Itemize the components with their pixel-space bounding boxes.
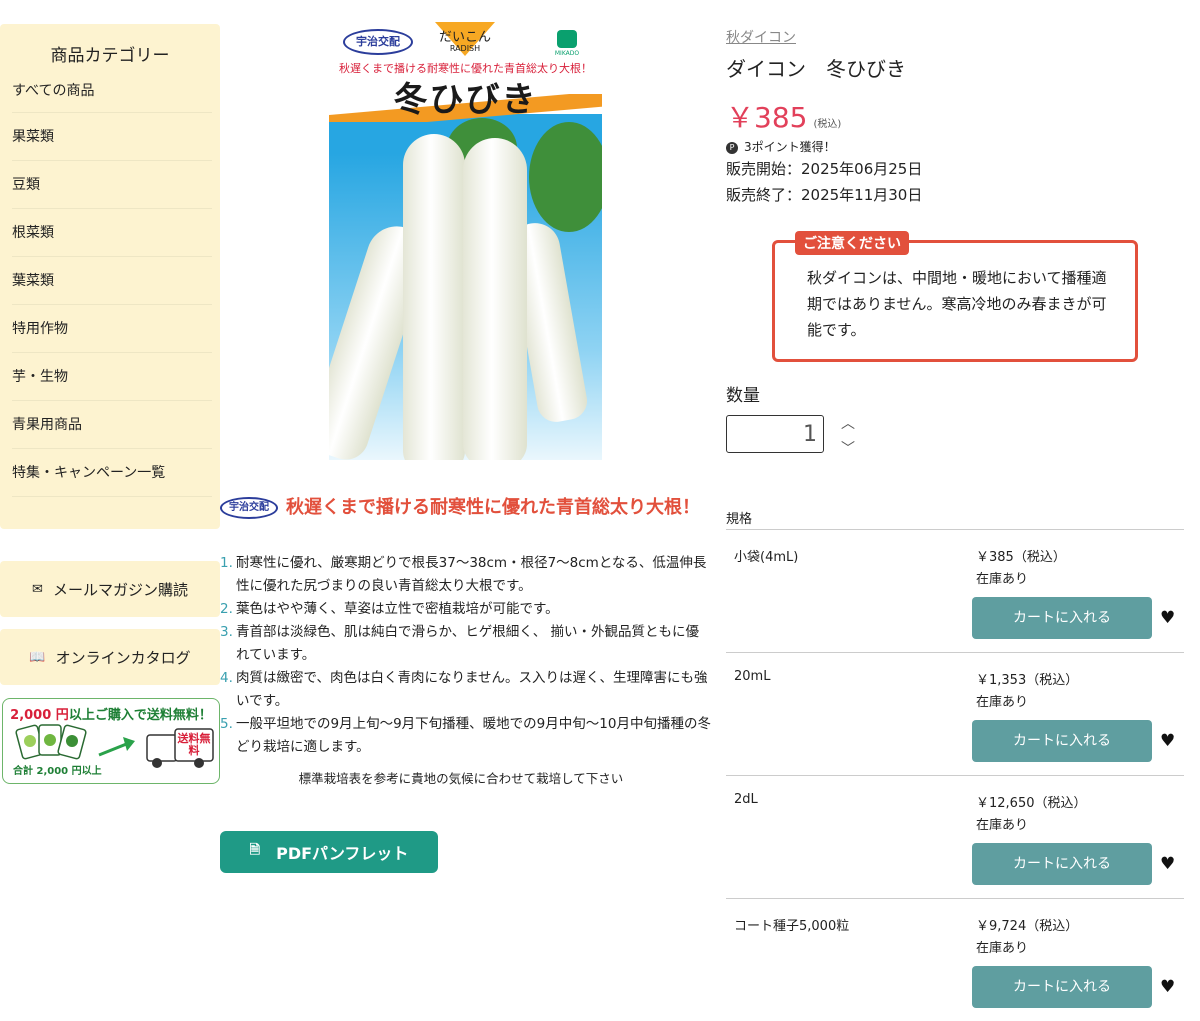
cultivation-note: 標準栽培表を参考に貴地の気候に合わせて栽培して下さい (298, 771, 624, 786)
variant-price: ￥9,724（税込） (976, 919, 1079, 934)
package-category: だいこん (438, 30, 491, 45)
category-item-beans[interactable]: 豆類 (12, 162, 212, 209)
variant-stock: 在庫あり (976, 818, 1029, 833)
pdf-pamphlet-button[interactable]: 🗎 PDFパンフレット (220, 831, 438, 873)
caution-box: ご注意ください 秋ダイコンは、中間地・暖地において播種適期ではありません。寒高冷… (772, 231, 1138, 362)
radish-root (463, 138, 527, 460)
quantity-input[interactable] (726, 415, 824, 453)
category-item-root-vegetables[interactable]: 根菜類 (12, 210, 212, 257)
description-catch: 宇治交配 秋遅くまで播ける耐寒性に優れた青首総太り大根！ (220, 493, 700, 523)
variant-stock: 在庫あり (976, 572, 1029, 587)
sale-end-date: 販売終了：2025年11月30日 (726, 186, 923, 204)
category-item-special-crops[interactable]: 特用作物 (12, 306, 212, 353)
product-title: ダイコン 冬ひびき (726, 57, 906, 81)
points-info: P 3ポイント獲得！ (726, 138, 836, 155)
price-value: ￥385 (726, 101, 808, 134)
point-icon: P (726, 141, 738, 154)
online-catalog-button[interactable]: 📖 オンラインカタログ (0, 629, 220, 685)
maker-name: MIKADO (554, 50, 580, 57)
variant-table: 小袋(4mL) ￥385（税込） 在庫あり カートに入れる ♥ 20mL ￥1,… (726, 529, 1184, 1021)
feature-list: 1. 耐寒性に優れ、厳寒期どりで根長37〜38cm・根径7〜8cmとなる、低温伸長… (220, 552, 712, 759)
add-to-cart-button[interactable]: カートに入れる (972, 597, 1152, 639)
price-tax-label: (税込) (813, 119, 842, 130)
product-price: ￥385 (税込) (726, 96, 841, 136)
category-list: すべての商品 果菜類 豆類 根菜類 葉菜類 特用作物 芋・生物 青果用商品 特集… (12, 70, 212, 497)
package-brand-logo: 宇治交配 (343, 29, 413, 55)
book-icon: 📖 (29, 649, 46, 665)
radish-root (403, 134, 465, 460)
feature-item: 2. 葉色はやや薄く、草姿は立性で密植栽培が可能です。 (220, 601, 559, 617)
variant-row: 20mL ￥1,353（税込） 在庫あり カートに入れる ♥ (726, 653, 1184, 776)
variant-name: 2dL (734, 792, 758, 807)
envelope-icon: ✉ (32, 581, 43, 597)
quantity-label: 数量 (726, 386, 760, 406)
variant-row: コート種子5,000粒 ￥9,724（税込） 在庫あり カートに入れる ♥ (726, 899, 1184, 1021)
feature-item: 4. 肉質は緻密で、肉色は白く青肉になりません。ス入りは遅く、生理障害にも強いです… (220, 670, 708, 709)
variant-name: コート種子5,000粒 (734, 919, 850, 934)
points-text: 3ポイント獲得！ (744, 140, 836, 154)
heart-icon[interactable]: ♥ (1160, 854, 1175, 874)
description-catch-text: 秋遅くまで播ける耐寒性に優れた青首総太り大根！ (286, 497, 700, 518)
variant-price: ￥1,353（税込） (976, 673, 1079, 688)
heart-icon[interactable]: ♥ (1160, 731, 1175, 751)
sidebar-title: 商品カテゴリー (50, 46, 170, 66)
category-item-tubers[interactable]: 芋・生物 (12, 354, 212, 401)
shipping-subtext: 合計 2,000 円以上 (13, 766, 102, 777)
product-image[interactable]: 宇治交配 だいこん RADISH MIKADO 秋遅くまで播ける耐寒性に優れた青… (329, 22, 602, 460)
sale-start-date: 販売開始：2025年06月25日 (726, 160, 923, 178)
category-item-all[interactable]: すべての商品 (12, 70, 212, 113)
mail-magazine-button[interactable]: ✉ メールマガジン購読 (0, 561, 220, 617)
free-shipping-banner[interactable]: 2,000 円以上ご購入で送料無料！ 送料無料 合計 2,000 円以上 (2, 698, 220, 784)
variant-name: 小袋(4mL) (734, 550, 799, 565)
mail-magazine-label: メールマガジン購読 (52, 580, 188, 599)
category-sidebar: 商品カテゴリー すべての商品 果菜類 豆類 根菜類 葉菜類 特用作物 芋・生物 … (0, 24, 220, 529)
feature-item: 1. 耐寒性に優れ、厳寒期どりで根長37〜38cm・根径7〜8cmとなる、低温伸長… (220, 555, 707, 594)
add-to-cart-button[interactable]: カートに入れる (972, 720, 1152, 762)
online-catalog-label: オンラインカタログ (55, 648, 191, 667)
heart-icon[interactable]: ♥ (1160, 977, 1175, 997)
variant-row: 2dL ￥12,650（税込） 在庫あり カートに入れる ♥ (726, 776, 1184, 899)
pdf-file-icon: 🗎 (249, 843, 261, 858)
chevron-up-icon[interactable]: ︿ (840, 416, 856, 432)
variant-name: 20mL (734, 669, 771, 684)
variant-price: ￥12,650（税込） (976, 796, 1087, 811)
variant-price: ￥385（税込） (976, 550, 1066, 565)
heart-icon[interactable]: ♥ (1160, 608, 1175, 628)
add-to-cart-button[interactable]: カートに入れる (972, 843, 1152, 885)
category-item-leaf-vegetables[interactable]: 葉菜類 (12, 258, 212, 305)
caution-title: ご注意ください (795, 231, 909, 255)
description-brand-logo: 宇治交配 (220, 497, 278, 519)
category-item-campaigns[interactable]: 特集・キャンペーン一覧 (12, 450, 212, 497)
truck-free-label: 送料無料 (177, 732, 211, 757)
variant-stock: 在庫あり (976, 941, 1029, 956)
package-name: 冬ひびき (393, 80, 538, 120)
chevron-down-icon[interactable]: ﹀ (840, 441, 856, 457)
category-item-fruit-vegetables[interactable]: 果菜類 (12, 114, 212, 161)
feature-item: 3. 青首部は淡緑色、肌は純白で滑らか、ヒゲ根細く、 揃い・外観品質ともに優れてい… (220, 624, 700, 663)
feature-item: 5. 一般平坦地での9月上旬〜9月下旬播種、暖地での9月中旬〜10月中旬播種の冬ど… (220, 716, 711, 755)
breadcrumb-category-link[interactable]: 秋ダイコン (726, 27, 796, 47)
variant-row: 小袋(4mL) ￥385（税込） 在庫あり カートに入れる ♥ (726, 530, 1184, 653)
category-item-produce[interactable]: 青果用商品 (12, 402, 212, 449)
variant-stock: 在庫あり (976, 695, 1029, 710)
caution-body: 秋ダイコンは、中間地・暖地において播種適期ではありません。寒高冷地のみ春まきが可… (807, 269, 1107, 339)
spec-label: 規格 (726, 512, 753, 527)
package-category-en: RADISH (449, 44, 481, 53)
add-to-cart-button[interactable]: カートに入れる (972, 966, 1152, 1008)
maker-logo-icon (557, 30, 577, 48)
pdf-pamphlet-label: PDFパンフレット (276, 844, 409, 863)
radish-leaf (529, 122, 602, 232)
